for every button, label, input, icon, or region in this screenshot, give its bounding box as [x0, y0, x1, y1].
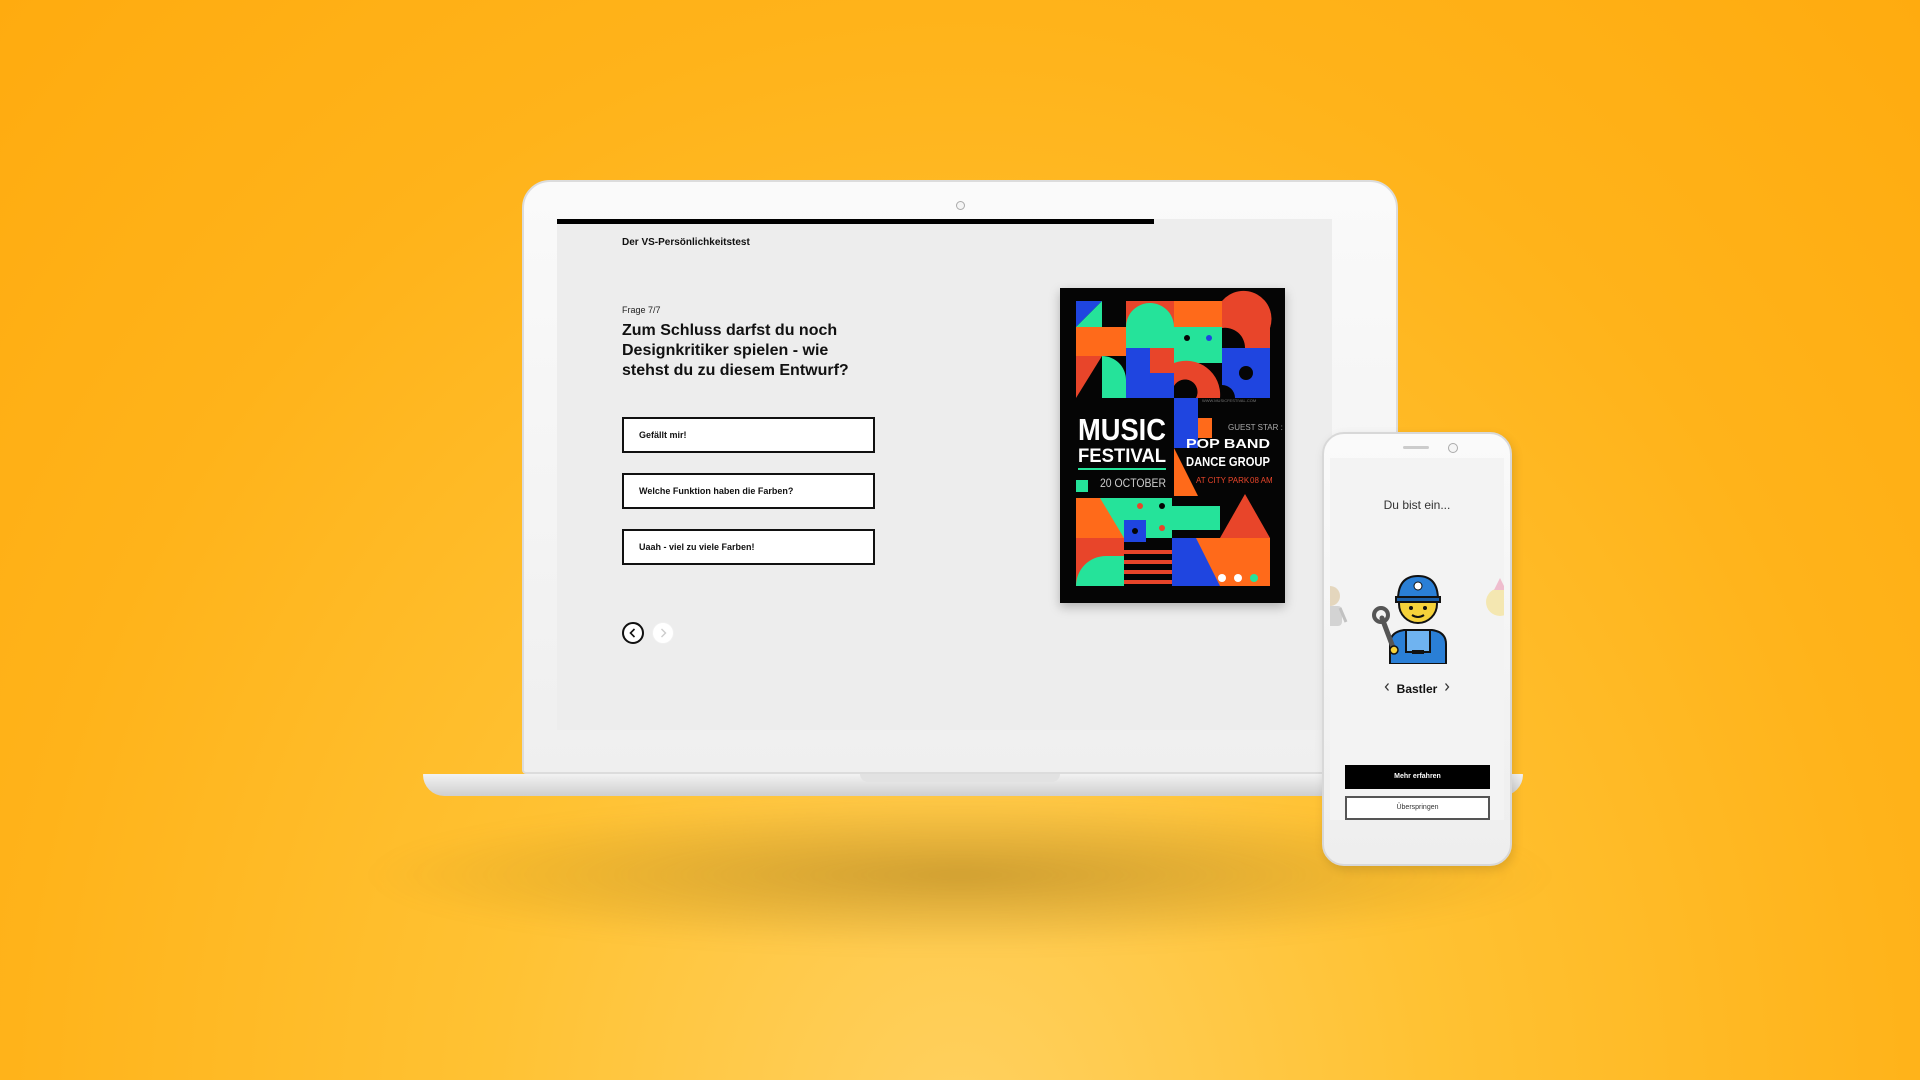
previous-button[interactable] [622, 622, 644, 644]
next-character-icon [1486, 578, 1504, 616]
result-next-button[interactable] [1443, 682, 1451, 695]
answer-option-3[interactable]: Uaah - viel zu viele Farben! [622, 529, 875, 565]
skip-button[interactable]: Überspringen [1345, 796, 1490, 820]
phone-camera [1448, 443, 1458, 453]
progress-fill [557, 219, 1154, 224]
poster-artwork: WWW.MUSICFESTIVAL.COM MUSIC FESTIVAL 20 … [1060, 288, 1285, 603]
poster-title-2: FESTIVAL [1078, 446, 1166, 467]
chevron-left-icon [629, 628, 636, 638]
poster-title-1: MUSIC [1078, 412, 1166, 447]
progress-bar [557, 219, 1332, 224]
result-intro: Du bist ein... [1383, 498, 1451, 512]
answer-option-2[interactable]: Welche Funktion haben die Farben? [622, 473, 875, 509]
svg-text:AT CITY PARK: AT CITY PARK [1196, 476, 1250, 485]
laptop-camera [956, 201, 965, 210]
poster-guest-1: POP BAND [1186, 436, 1270, 451]
answer-option-1[interactable]: Gefällt mir! [622, 417, 875, 453]
phone-speaker [1403, 446, 1429, 449]
app-title: Der VS-Persönlichkeitstest [622, 237, 750, 248]
chevron-right-icon [1445, 683, 1450, 691]
svg-text:WWW.MUSICFESTIVAL.COM: WWW.MUSICFESTIVAL.COM [1202, 398, 1256, 403]
laptop-screen: Der VS-Persönlichkeitstest Frage 7/7 Zum… [557, 219, 1332, 730]
phone-screen: Du bist ein... Bastler Mehr erfahren Übe… [1330, 458, 1504, 820]
svg-text:GUEST STAR :: GUEST STAR : [1228, 423, 1283, 432]
question-text: Zum Schluss darfst du noch Designkritike… [622, 322, 849, 379]
chevron-right-icon [661, 628, 667, 638]
poster-guest-2: DANCE GROUP [1186, 454, 1270, 469]
svg-text:08 AM: 08 AM [1250, 476, 1273, 485]
previous-character-icon [1330, 586, 1348, 626]
question-counter: Frage 7/7 [622, 305, 661, 315]
learn-more-button[interactable]: Mehr erfahren [1345, 765, 1490, 789]
result-name: Bastler [1396, 682, 1438, 696]
festival-poster: WWW.MUSICFESTIVAL.COM MUSIC FESTIVAL 20 … [1060, 288, 1285, 603]
mechanic-emoji-icon [1372, 574, 1447, 664]
poster-date: 20 OCTOBER [1100, 476, 1166, 490]
next-button[interactable] [652, 622, 674, 644]
laptop-notch [860, 774, 1060, 782]
